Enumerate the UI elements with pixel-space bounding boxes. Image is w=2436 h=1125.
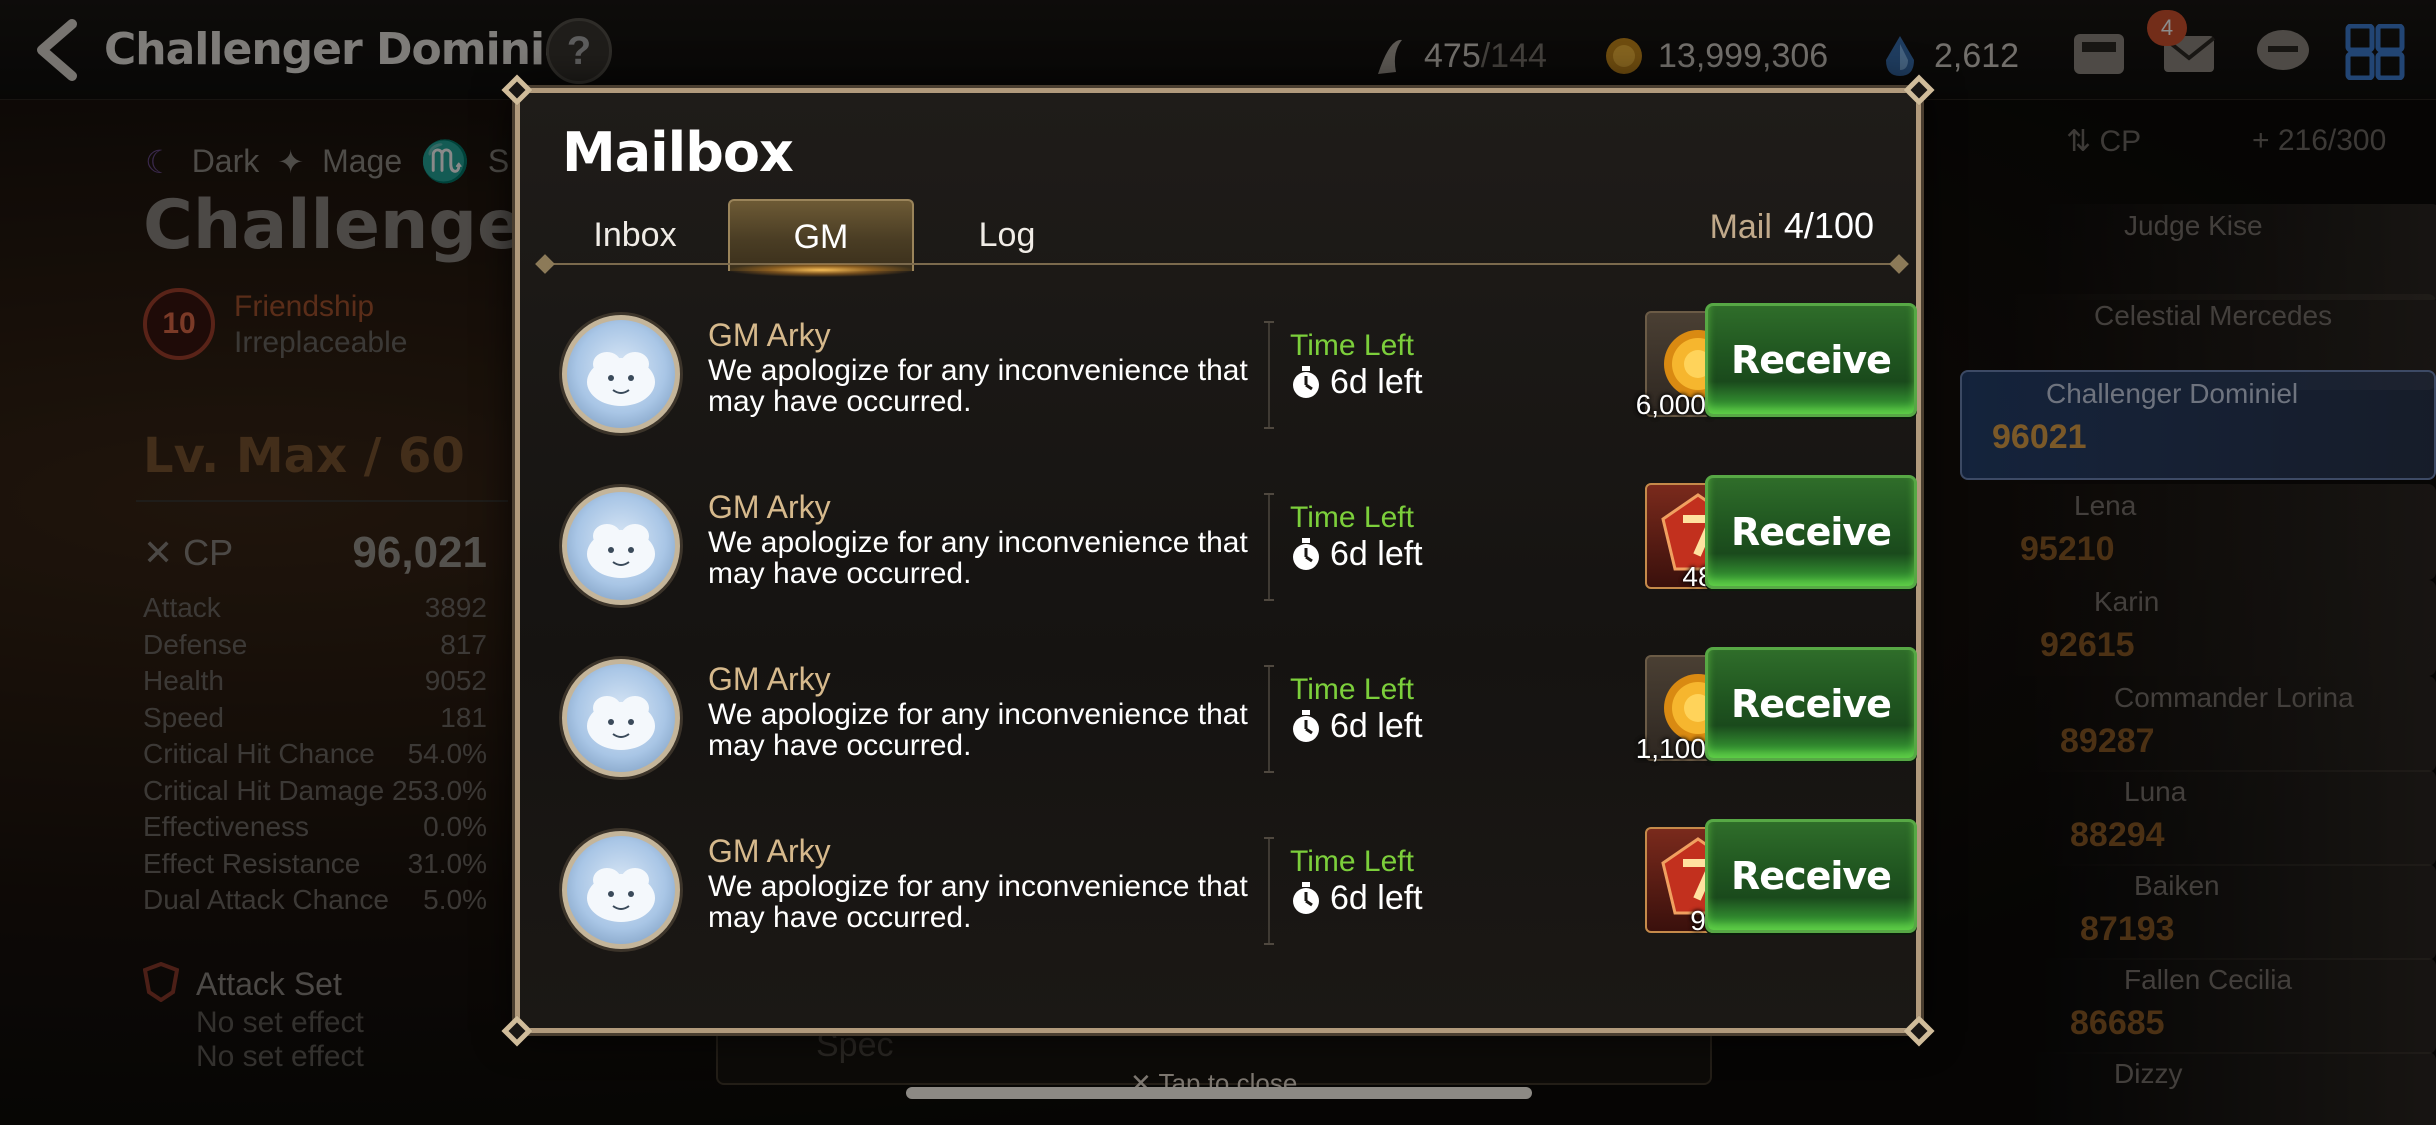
tab-line-end xyxy=(1889,254,1909,274)
home-indicator[interactable] xyxy=(906,1087,1532,1099)
time-left-value: 6d left xyxy=(1330,879,1423,917)
mail-row: GM Arky We apologize for any inconvenien… xyxy=(562,647,1917,777)
mail-sender: GM Arky xyxy=(708,833,831,869)
active-tab-glow xyxy=(728,263,914,277)
mail-divider xyxy=(1264,837,1274,945)
mail-divider xyxy=(1264,493,1274,601)
mail-divider xyxy=(1264,665,1274,773)
mail-count-value: 4/100 xyxy=(1783,205,1874,246)
mail-row: GM Arky We apologize for any inconvenien… xyxy=(562,819,1917,949)
mail-message: We apologize for any inconvenience that … xyxy=(708,354,1248,418)
time-left: 6d left xyxy=(1290,707,1423,746)
stopwatch-icon xyxy=(1293,365,1319,398)
mail-sender: GM Arky xyxy=(708,317,831,353)
mail-count: Mail 4/100 xyxy=(1710,205,1874,247)
tab-inbox[interactable]: Inbox xyxy=(542,199,728,271)
time-left-label: Time Left xyxy=(1290,845,1414,878)
stopwatch-icon xyxy=(1293,881,1319,914)
gm-arky-avatar-icon xyxy=(562,659,680,777)
time-left-label: Time Left xyxy=(1290,501,1414,534)
mail-row: GM Arky We apologize for any inconvenien… xyxy=(562,475,1917,605)
mail-divider xyxy=(1264,321,1274,429)
mail-count-label: Mail xyxy=(1709,208,1772,246)
time-left-label: Time Left xyxy=(1290,329,1414,362)
receive-button[interactable]: Receive xyxy=(1705,647,1917,761)
mail-sender: GM Arky xyxy=(708,661,831,697)
tab-gm[interactable]: GM xyxy=(728,199,914,271)
mail-sender: GM Arky xyxy=(708,489,831,525)
mailbox-modal: Mailbox Inbox GM Log Mail 4/100 GM Arky … xyxy=(501,74,1935,1047)
tab-log[interactable]: Log xyxy=(914,199,1100,271)
mailbox-title: Mailbox xyxy=(562,121,794,184)
time-left-value: 6d left xyxy=(1330,707,1423,745)
mail-message: We apologize for any inconvenience that … xyxy=(708,870,1248,934)
time-left: 6d left xyxy=(1290,535,1423,574)
receive-button[interactable]: Receive xyxy=(1705,475,1917,589)
time-left-value: 6d left xyxy=(1330,363,1423,401)
time-left: 6d left xyxy=(1290,363,1423,402)
stopwatch-icon xyxy=(1293,709,1319,742)
gm-arky-avatar-icon xyxy=(562,831,680,949)
time-left-label: Time Left xyxy=(1290,673,1414,706)
mail-message: We apologize for any inconvenience that … xyxy=(708,698,1248,762)
mail-row: GM Arky We apologize for any inconvenien… xyxy=(562,303,1917,433)
stopwatch-icon xyxy=(1293,537,1319,570)
receive-button[interactable]: Receive xyxy=(1705,819,1917,933)
receive-button[interactable]: Receive xyxy=(1705,303,1917,417)
gm-arky-avatar-icon xyxy=(562,315,680,433)
mail-message: We apologize for any inconvenience that … xyxy=(708,526,1248,590)
time-left: 6d left xyxy=(1290,879,1423,918)
time-left-value: 6d left xyxy=(1330,535,1423,573)
gm-arky-avatar-icon xyxy=(562,487,680,605)
